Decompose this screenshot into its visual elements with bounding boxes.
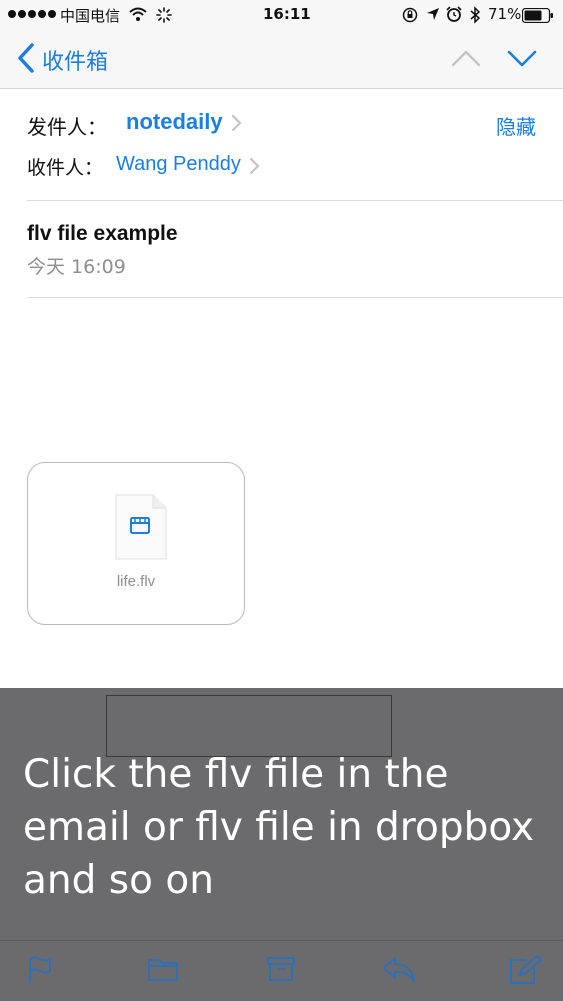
battery-icon: [522, 8, 553, 23]
loading-icon: [156, 7, 172, 23]
wifi-icon: [129, 7, 147, 21]
signal-icon: [8, 10, 58, 29]
email-subject: flv file example: [27, 222, 178, 245]
chevron-down-icon[interactable]: [507, 49, 537, 67]
lock-rotation-icon: [402, 7, 418, 23]
bottom-toolbar: [0, 940, 563, 1001]
archive-icon[interactable]: [266, 955, 296, 983]
chevron-left-icon[interactable]: [16, 43, 36, 73]
chevron-up-icon[interactable]: [451, 49, 481, 67]
status-bar: 中国电信 16:11 71%: [0, 0, 563, 30]
sender-name[interactable]: notedaily: [126, 109, 223, 135]
instruction-overlay: Click the flv file in the email or flv f…: [0, 688, 563, 940]
from-label: 发件人：: [27, 115, 107, 139]
attachment-card[interactable]: life.flv: [27, 462, 245, 625]
location-icon: [427, 8, 439, 20]
alarm-icon: [446, 6, 462, 22]
nav-bar: 收件箱: [0, 30, 563, 89]
hide-details-button[interactable]: 隐藏: [496, 111, 536, 140]
divider: [27, 200, 563, 201]
video-file-icon: [115, 494, 167, 560]
chevron-right-icon: [249, 157, 260, 175]
reply-icon[interactable]: [381, 955, 417, 983]
carrier-name: 中国电信: [60, 7, 121, 25]
bluetooth-icon: [470, 6, 481, 24]
attachment-filename: life.flv: [116, 573, 156, 590]
back-to-inbox-button[interactable]: 收件箱: [42, 44, 108, 76]
to-label: 收件人：: [27, 157, 104, 179]
chevron-right-icon: [231, 114, 242, 132]
flag-icon[interactable]: [27, 955, 53, 985]
email-date: 今天 16:09: [27, 256, 126, 278]
overlay-instruction-text: Click the flv file in the email or flv f…: [23, 752, 535, 903]
divider: [27, 297, 563, 298]
recipient-name[interactable]: Wang Penddy: [116, 153, 241, 176]
battery-percent: 71%: [488, 5, 522, 23]
compose-icon[interactable]: [508, 955, 542, 985]
status-time: 16:11: [263, 5, 311, 23]
folder-icon[interactable]: [147, 955, 179, 983]
